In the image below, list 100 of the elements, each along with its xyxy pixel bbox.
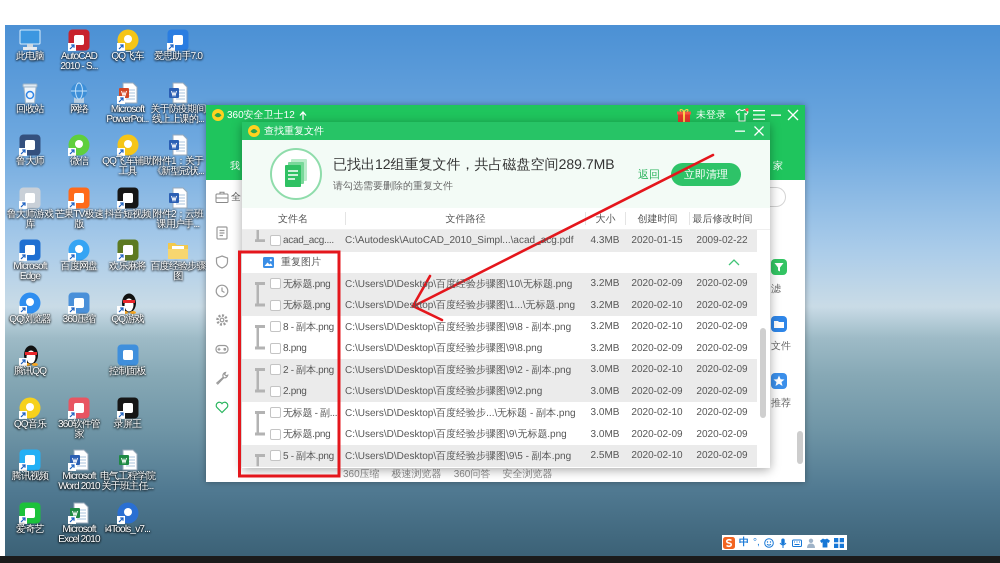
globe-icon[interactable] [68,82,90,104]
app-circle-icon[interactable] [19,292,41,314]
penguin-icon[interactable] [116,292,138,314]
scrollbar-thumb[interactable] [760,328,766,418]
microphone-icon[interactable] [778,538,788,548]
spreadsheet-icon[interactable] [68,502,90,524]
smiley-icon[interactable] [764,538,774,548]
shortcut-label[interactable]: AutoCAD 2010 - S... [54,52,104,72]
footer-link[interactable]: 安全浏览器 [502,467,552,481]
presentation-icon[interactable] [116,82,138,104]
shortcut-label[interactable]: QQ浏览器 [9,314,51,324]
shortcut-label[interactable]: 爱奇艺 [16,524,44,534]
clock-icon[interactable] [215,284,229,298]
wrench-icon[interactable] [215,370,229,384]
spreadsheet-icon[interactable] [116,449,138,471]
checkbox[interactable] [270,321,281,332]
shield-icon[interactable] [215,254,229,268]
grid-icon[interactable] [834,538,844,548]
app-circle-icon[interactable] [116,29,138,51]
close-icon[interactable] [786,108,800,122]
gear-icon[interactable] [215,312,229,326]
nav-tab[interactable]: 我 [230,161,240,173]
category-label[interactable]: 重复图片 [281,255,321,270]
shortcut-label[interactable]: 控制面板 [109,367,146,377]
column-header[interactable]: 最后修改时间 [692,212,752,226]
checkbox[interactable] [270,300,281,311]
shortcut-label[interactable]: QQ游戏 [111,314,144,324]
monitor-icon[interactable] [19,29,41,51]
shortcut-label[interactable]: 电气工程学院关于班主任... [100,472,156,492]
folder-icon[interactable] [771,316,787,332]
login-status[interactable]: 未登录 [696,108,726,122]
app-tile-icon[interactable] [19,449,41,471]
app-tile-icon[interactable] [116,396,138,418]
shortcut-label[interactable]: Microsoft Excel 2010 [54,524,104,544]
footer-link[interactable]: 极速浏览器 [392,467,442,481]
logo-icon[interactable] [723,536,735,548]
scrollbar-thumb[interactable] [797,431,803,464]
app-tile-icon[interactable] [68,292,90,314]
shortcut-label[interactable]: Microsoft Edge [6,262,54,282]
shortcut-label[interactable]: 爱思助手7.0 [154,52,202,62]
tool-label[interactable]: 推荐 [771,398,791,410]
column-header[interactable]: 创建时间 [638,212,678,226]
star-icon[interactable] [771,373,787,389]
clean-button[interactable]: 立即清理 [671,162,741,186]
footer-link[interactable]: 360问答 [454,467,490,481]
app-tile-icon[interactable] [68,396,90,418]
shortcut-label[interactable]: 百度网盘 [60,262,98,272]
funnel-icon[interactable] [771,259,787,275]
nav-tab[interactable]: 家 [773,161,783,173]
shirt-icon[interactable] [735,108,749,122]
document-icon[interactable] [167,186,189,208]
shortcut-label[interactable]: QQ飞车 [111,52,144,62]
app-circle-icon[interactable] [19,396,41,418]
app-circle-icon[interactable] [68,134,90,156]
app-tile-icon[interactable] [167,29,189,51]
app-circle-icon[interactable] [116,134,138,156]
shortcut-label[interactable]: 腾讯视频 [12,472,48,482]
heart-icon[interactable] [215,400,229,414]
shortcut-label[interactable]: 欢乐麻将 [109,262,146,272]
shortcut-label[interactable]: 抖音短视频 [104,210,150,220]
shortcut-label[interactable]: 附件2：云班课用户手... [150,210,206,230]
app-tile-icon[interactable] [68,186,90,208]
shortcut-label[interactable]: 百度经验步骤图 [150,262,206,282]
punctuation-toggle[interactable]: °, [753,536,760,548]
back-link[interactable]: 返回 [638,166,660,182]
checkbox[interactable] [270,364,281,376]
chevron-up-icon[interactable] [728,258,740,266]
column-header[interactable]: 文件名 [278,212,308,226]
document-icon[interactable] [167,134,189,156]
checkbox[interactable] [270,235,281,246]
app-circle-icon[interactable] [116,502,138,524]
shortcut-label[interactable]: 腾讯QQ [14,367,46,377]
checkbox[interactable] [270,428,281,440]
person-icon[interactable] [806,538,816,548]
menu-icon[interactable] [752,108,766,122]
shortcut-label[interactable]: 录屏王 [114,420,142,430]
app-tile-icon[interactable] [19,239,41,261]
app-tile-icon[interactable] [19,502,41,524]
app-tile-icon[interactable] [19,186,41,208]
shortcut-label[interactable]: 此电脑 [16,52,44,62]
checkbox[interactable] [270,278,281,290]
shortcut-label[interactable]: 鲁大师游戏库 [6,210,54,230]
checkbox[interactable] [270,407,281,418]
shortcut-label[interactable]: 360压缩 [62,314,96,324]
app-circle-icon[interactable] [68,239,90,261]
checkbox[interactable] [270,450,281,462]
footer-link[interactable]: 360压缩 [343,467,380,481]
shortcut-label[interactable]: 关于防疫期间线上上课的... [150,104,206,124]
shortcut-label[interactable]: i4Tools_v7... [104,524,150,534]
keyboard-icon[interactable] [792,538,802,548]
shortcut-label[interactable]: 360软件管家 [54,420,104,440]
checkbox[interactable] [270,386,281,397]
column-header[interactable]: 大小 [596,212,616,226]
document-icon[interactable] [68,449,90,471]
document-icon[interactable] [167,82,189,104]
column-header[interactable]: 文件路径 [446,212,486,226]
app-tile-icon[interactable] [116,344,138,366]
gift-icon[interactable] [677,108,691,122]
penguin-icon[interactable] [19,344,41,366]
app-tile-icon[interactable] [68,29,90,51]
